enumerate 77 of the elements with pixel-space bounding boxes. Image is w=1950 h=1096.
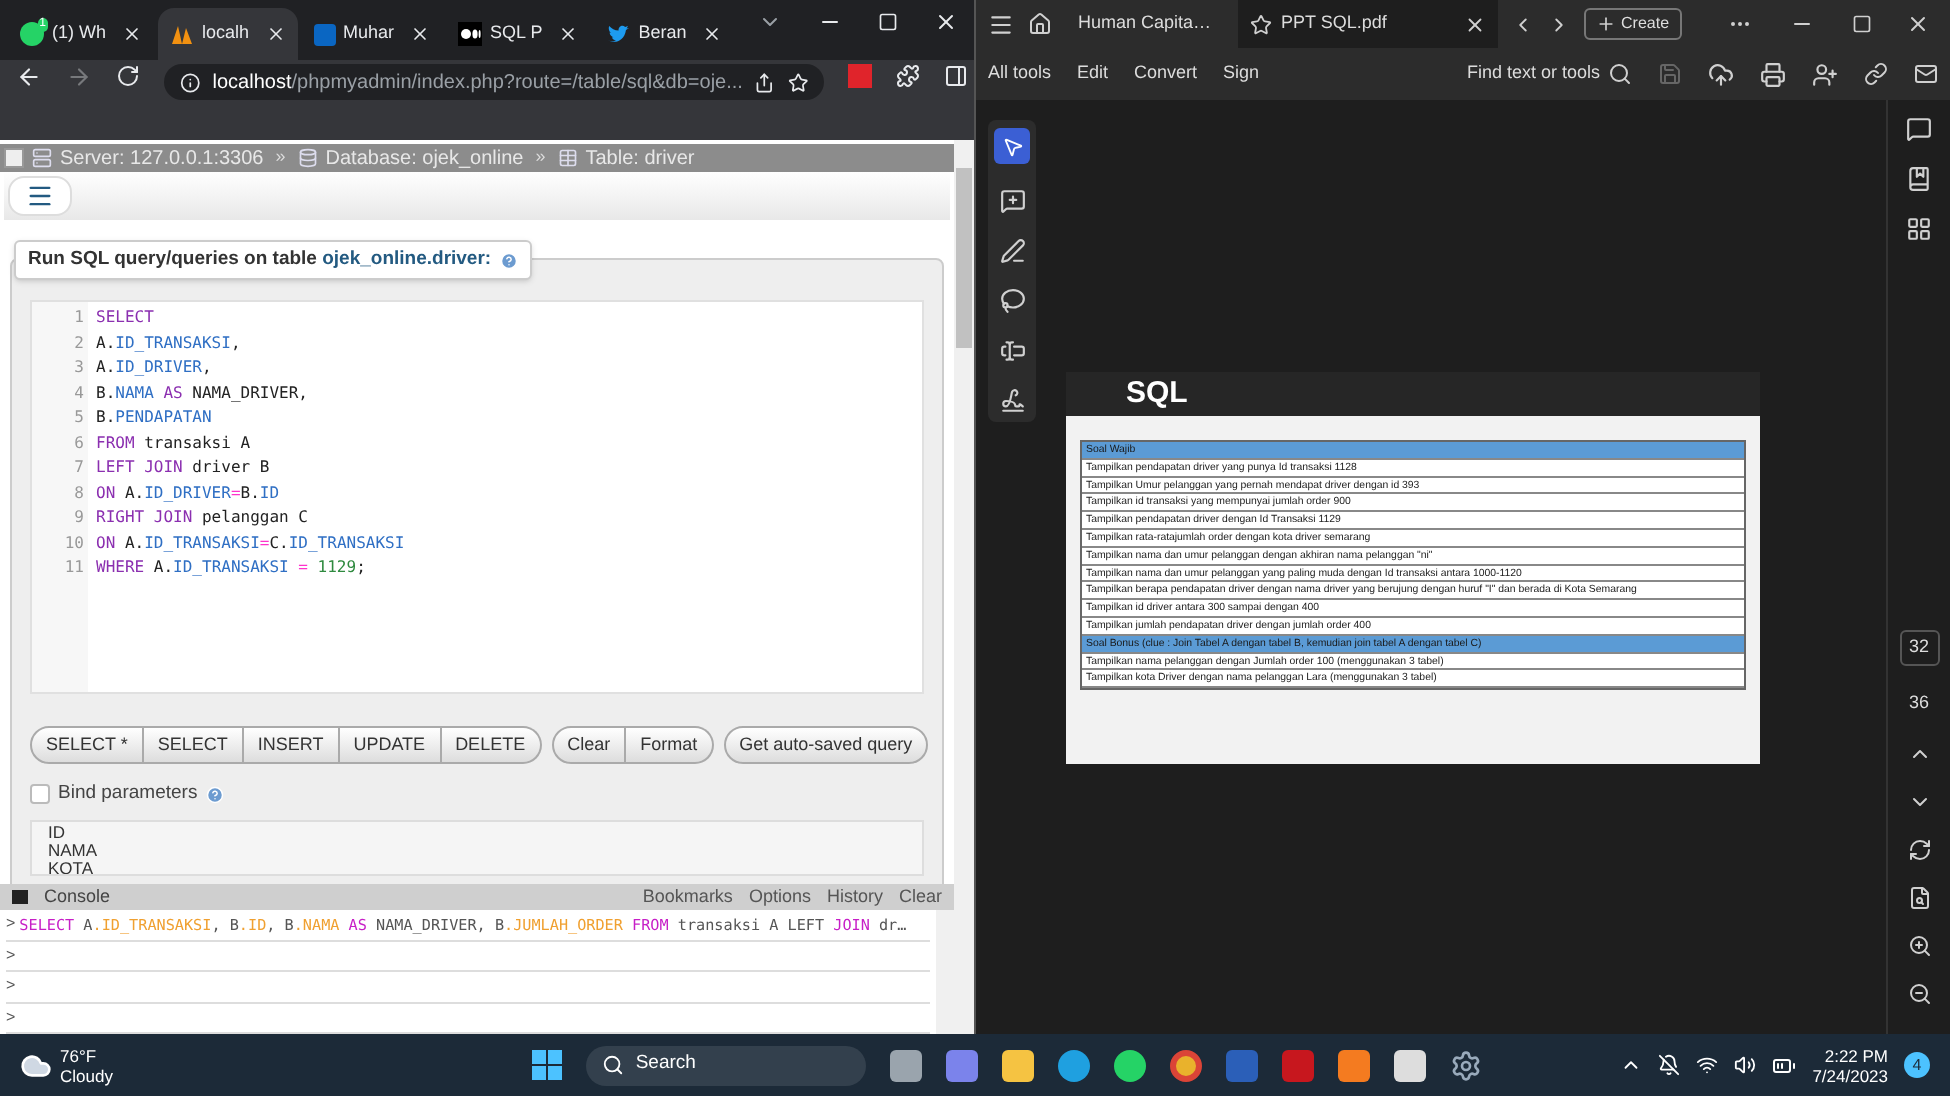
tab-title: SQL P	[490, 20, 543, 47]
code-line: A.ID_TRANSAKSI,	[96, 331, 241, 356]
menu-item[interactable]: Convert	[1134, 60, 1198, 88]
tab-title: PPT SQL.pdf	[1281, 10, 1389, 37]
address-bar[interactable]: localhost/phpmyadmin/index.php?route=/table/sql&db=oje...	[164, 64, 824, 100]
column-name: ID	[48, 824, 65, 843]
line-number: 1	[72, 306, 86, 330]
document-tab[interactable]: Human Capita…	[1066, 0, 1224, 48]
notification-count[interactable]: 4	[1904, 1052, 1931, 1078]
code-line: B.PENDAPATAN	[96, 406, 212, 430]
prompt-symbol: >	[6, 1005, 16, 1030]
create-button[interactable]: Create	[1583, 8, 1682, 40]
line-number: 8	[72, 481, 86, 505]
code-line: RIGHT JOIN pelanggan C	[96, 506, 308, 530]
query-button[interactable]: SELECT	[143, 726, 244, 764]
prompt-symbol: >	[6, 912, 16, 937]
line-number: 11	[62, 556, 86, 580]
query-button[interactable]: DELETE	[441, 726, 542, 764]
query-button[interactable]: Get auto-saved query	[723, 726, 929, 764]
menu-item[interactable]: Edit	[1077, 60, 1109, 88]
line-number: 9	[72, 506, 86, 530]
code-line: A.ID_DRIVER,	[96, 356, 212, 380]
query-button[interactable]: Format	[626, 726, 714, 764]
taskbar-search[interactable]: Search	[585, 1045, 866, 1085]
console-title[interactable]: Console	[44, 883, 627, 911]
separator: »	[533, 144, 548, 171]
line-number: 10	[62, 531, 86, 555]
query-button[interactable]: INSERT	[243, 726, 340, 764]
url-text: localhost/phpmyadmin/index.php?route=/table/sql&db=oje...	[212, 69, 743, 97]
page-count: 36	[1908, 690, 1929, 716]
tab-title: localh	[202, 20, 250, 47]
console-link[interactable]: Clear	[898, 883, 942, 911]
clock-time[interactable]: 2:22 PM	[1824, 1045, 1889, 1065]
column-list[interactable]: ID NAMA KOTA	[30, 820, 924, 877]
code-line: FROM transaksi A	[96, 431, 251, 455]
prompt-symbol: >	[6, 943, 16, 968]
query-button[interactable]: SELECT *	[30, 726, 144, 764]
separator: »	[273, 144, 288, 171]
slide-title: SQL	[1126, 373, 1188, 414]
column-name: NAMA	[48, 842, 98, 861]
browser-tab[interactable]: SQL P	[446, 8, 591, 60]
code-line: WHERE A.ID_TRANSAKSI = 1129;	[96, 556, 366, 580]
clock-date[interactable]: 7/24/2023	[1812, 1065, 1889, 1085]
find-text-button[interactable]: Find text or tools	[1466, 60, 1632, 88]
prompt-symbol: >	[6, 974, 16, 999]
column-name: KOTA	[48, 860, 94, 875]
document-tab[interactable]: PPT SQL.pdf	[1237, 0, 1498, 48]
console-link[interactable]: Options	[748, 883, 811, 911]
tab-title: (1) Wh	[52, 20, 106, 47]
legend-text: Run SQL query/queries on table ojek_online.driver:	[28, 245, 492, 274]
line-number: 4	[72, 381, 86, 405]
code-line: LEFT JOIN driver B	[96, 456, 270, 480]
tab-title: Beran	[638, 20, 687, 47]
current-page[interactable]: 32	[1899, 630, 1939, 666]
temperature: 76°F	[60, 1045, 99, 1065]
checkbox-label: Bind parameters	[58, 780, 198, 808]
line-number: 7	[72, 456, 86, 480]
weather-text: Cloudy	[60, 1065, 113, 1085]
line-number: 2	[72, 331, 86, 355]
menu-item[interactable]: All tools	[988, 60, 1052, 88]
line-number: 5	[72, 406, 86, 430]
console-link[interactable]: Bookmarks	[642, 883, 733, 911]
browser-tab[interactable]: Muhar	[301, 8, 443, 60]
query-button[interactable]: UPDATE	[339, 726, 442, 764]
tab-title: Muhar	[343, 20, 395, 47]
tab-title: Human Capita…	[1078, 10, 1212, 37]
code-line: B.NAMA AS NAMA_DRIVER,	[96, 381, 308, 406]
code-line: ON A.ID_TRANSAKSI=C.ID_TRANSAKSI	[96, 531, 405, 556]
browser-tab[interactable]: localh	[158, 8, 298, 60]
browser-tab[interactable]: Beran	[594, 8, 735, 60]
code-line: ON A.ID_DRIVER=B.ID	[96, 481, 280, 506]
line-number: 6	[72, 431, 86, 455]
query-button[interactable]: Clear	[551, 726, 627, 764]
menu-item[interactable]: Sign	[1223, 60, 1260, 88]
code-line: SELECT	[96, 306, 154, 330]
console-link[interactable]: History	[826, 883, 883, 911]
line-number: 3	[72, 356, 86, 380]
